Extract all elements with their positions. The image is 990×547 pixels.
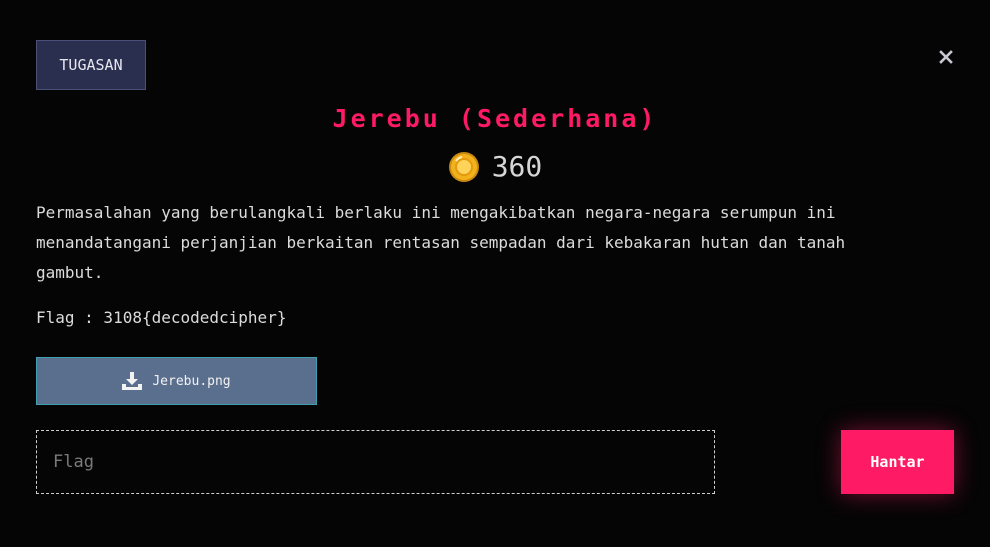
download-icon: [122, 372, 143, 390]
flag-format-hint: Flag : 3108{decodedcipher}: [36, 308, 287, 327]
coin-icon: [448, 151, 479, 182]
points-value: 360: [491, 150, 543, 183]
challenge-title: Jerebu (Sederhana): [332, 104, 658, 133]
attachment-file-name: Jerebu.png: [152, 373, 231, 389]
challenge-description: Permasalahan yang berulangkali berlaku i…: [36, 203, 846, 282]
download-attachment-button[interactable]: Jerebu.png: [36, 357, 317, 405]
flag-input[interactable]: [36, 430, 715, 494]
close-button[interactable]: [936, 47, 956, 67]
close-icon: [939, 50, 953, 64]
submit-button[interactable]: Hantar: [841, 430, 954, 494]
points-row: 360: [0, 150, 990, 183]
category-tag-button[interactable]: TUGASAN: [36, 40, 146, 90]
challenge-modal: TUGASAN Jerebu (Sederhana) 360 Permasala…: [0, 0, 990, 547]
